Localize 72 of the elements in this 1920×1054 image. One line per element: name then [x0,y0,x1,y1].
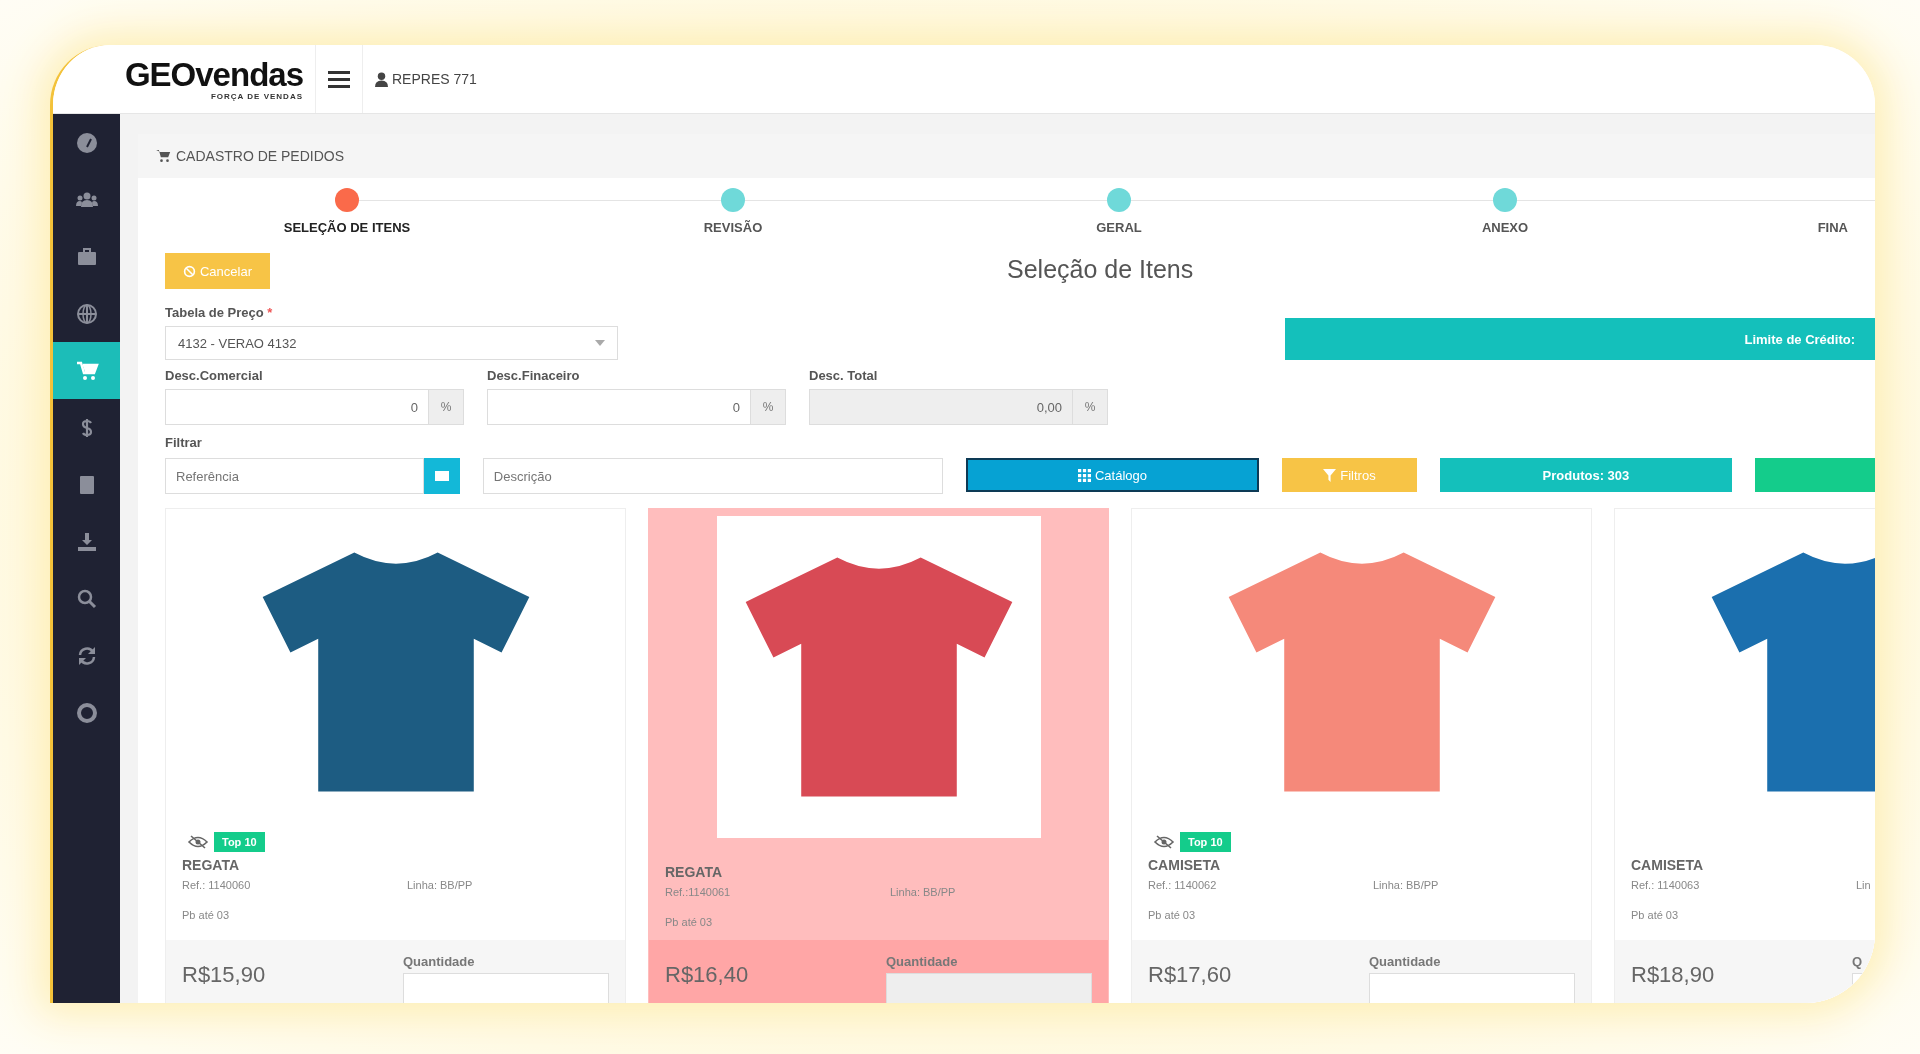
product-line: Linha: BB/PP [1373,878,1439,891]
step-dot [1493,188,1517,212]
field-label: Desc.Finaceiro [487,368,581,383]
step-dot [721,188,745,212]
field-label: Tabela de Preço * [165,305,274,320]
percent-addon: % [1073,389,1108,425]
breadcrumb-title: CADASTRO DE PEDIDOS [176,148,345,164]
quantity-label: Q [1852,954,1864,969]
reference-input[interactable]: Referência [165,458,424,494]
wizard-step[interactable]: SELEÇÃO DE ITENS [154,188,540,235]
quantity-label: Quantidade [403,954,476,969]
discount-input[interactable]: 0 [165,389,429,425]
field-label: Desc.Comercial [165,368,264,383]
product-card[interactable]: Top 10 CAMISETA Ref.: 1140062 Linha: BB/PP Pb até 03 R$17,60 Quantidade [1131,508,1592,1003]
product-ref: Ref.:1140061 [665,885,732,898]
quantity-label: Quantidade [1369,954,1442,969]
user-name[interactable]: REPRES 771 [392,71,477,87]
product-ref: Ref.: 1140062 [1148,878,1218,891]
product-name: CAMISETA [1631,856,1705,873]
product-price: R$17,60 [1148,961,1233,989]
grid-icon [1077,468,1091,482]
product-size-range: Pb até 03 [182,908,231,921]
product-name: REGATA [665,863,724,880]
description-input[interactable]: Descrição [482,458,943,494]
field-label: Filtrar [165,435,203,450]
field-label: Desc. Total [809,368,879,383]
logo-tagline: FORÇA DE VENDAS [210,91,303,101]
product-ref: Ref.: 1140063 [1631,878,1701,891]
product-card[interactable]: Top 10 REGATA Ref.: 1140060 Linha: BB/PP Pb até 03 R$15,90 Quantidade [165,508,626,1003]
product-card[interactable]: CAMISETA Ref.: 1140063 Lin Pb até 03 R$18,90 Q [1614,508,1875,1003]
step-dot [335,188,359,212]
wizard-step[interactable]: REVISÃO [540,188,926,235]
eye-slash-icon[interactable] [188,835,208,849]
top-badge: Top 10 [1180,832,1231,852]
cart-icon [155,148,172,164]
product-price: R$18,90 [1631,961,1716,989]
product-price: R$15,90 [182,961,267,989]
eye-slash-icon[interactable] [1154,835,1174,849]
price-table-select[interactable]: 4132 - VERAO 4132 [165,326,619,360]
step-dot [1107,188,1131,212]
product-card[interactable]: REGATA Ref.:1140061 Linha: BB/PP Pb até 03 R$16,40 Quantidade [648,508,1109,1003]
product-line: Lin [1856,878,1871,891]
product-size-range: Pb até 03 [1148,908,1197,921]
user-icon [375,71,388,87]
quantity-label: Quantidade [886,954,959,969]
percent-addon: % [751,389,786,425]
credit-limit-bar: Limite de Crédito: [1285,318,1875,360]
menu-icon[interactable] [328,70,350,88]
product-size-range: Pb até 03 [665,915,714,928]
ban-icon [183,264,196,278]
percent-addon: % [429,389,464,425]
quantity-input[interactable] [403,973,609,1003]
wizard-step[interactable]: ANEXO [1312,188,1698,235]
page-title: Seleção de Itens [1007,255,1194,284]
top-badge: Top 10 [214,832,265,852]
wizard-step[interactable]: FINA [1698,188,1848,235]
filter-icon [1323,468,1337,482]
product-ref: Ref.: 1140060 [182,878,252,891]
product-name: CAMISETA [1148,856,1222,873]
product-price: R$16,40 [665,961,750,989]
globe-icon [74,301,99,326]
gauge-icon [74,130,99,155]
wizard-step[interactable]: GERAL [926,188,1312,235]
caret-icon [595,340,606,346]
product-line: Linha: BB/PP [407,878,473,891]
quantity-input[interactable] [1369,973,1575,1003]
product-size-range: Pb até 03 [1631,908,1680,921]
quantity-input[interactable] [886,973,1092,1003]
logo-wordmark: GEOvendas [124,57,303,92]
product-name: REGATA [182,856,241,873]
product-line: Linha: BB/PP [890,885,956,898]
discount-input[interactable]: 0 [487,389,751,425]
